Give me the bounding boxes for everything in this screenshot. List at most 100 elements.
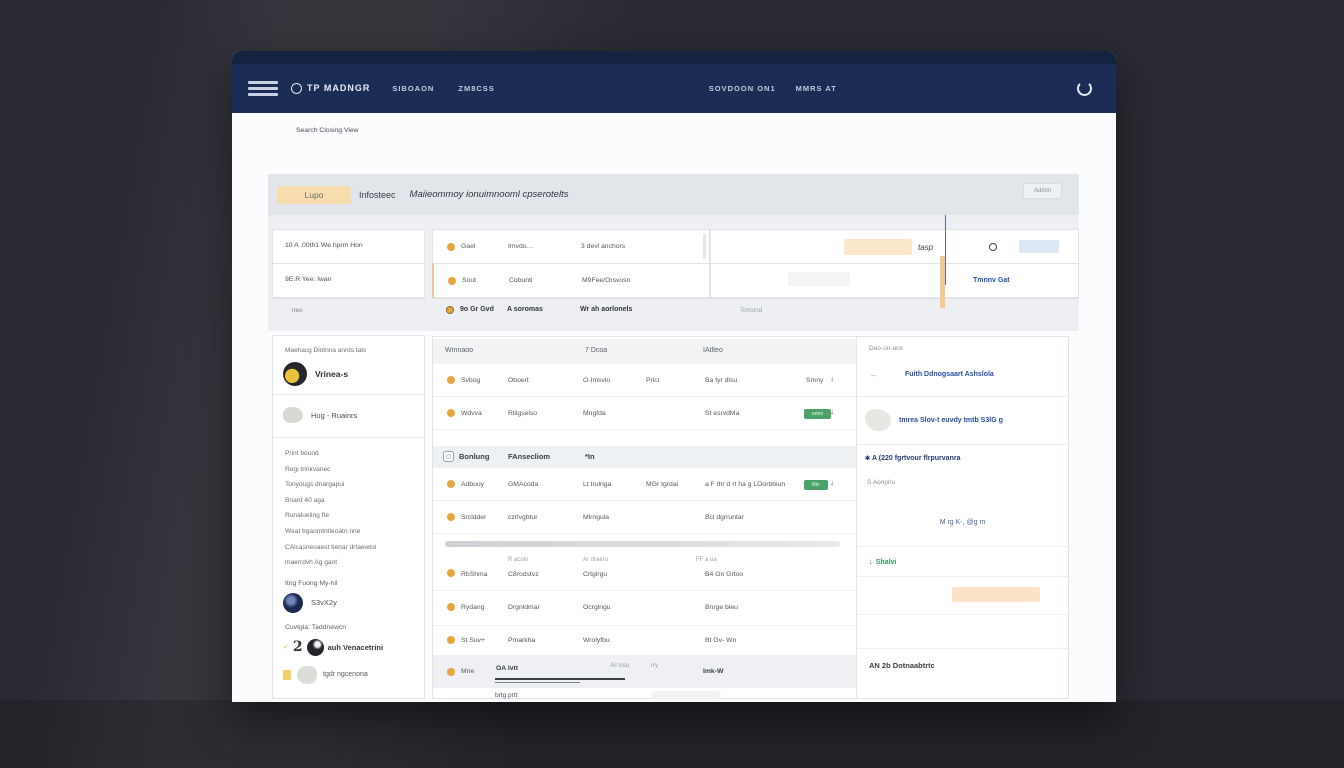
download-icon[interactable]: ↓ xyxy=(830,478,834,487)
cell: Prici xyxy=(646,377,659,384)
summary-cell: Cobuntl xyxy=(509,277,532,284)
cell: St Suv+ xyxy=(461,637,485,644)
nav-item-2[interactable]: ZM8CSS xyxy=(458,84,494,93)
summary-cell: Gael xyxy=(461,243,475,250)
breadcrumb-strip: Search Closing View xyxy=(232,113,1116,174)
sidebar-item-person5[interactable]: tgdr ngcenona xyxy=(273,658,424,692)
summary-middle-column: Gael Imvdo… 3 devl anchors Sout Cobuntl … xyxy=(432,215,710,331)
summary-cell: A soromas xyxy=(507,306,543,313)
info-chip[interactable] xyxy=(1019,240,1059,253)
sidebar-item-person4[interactable]: ✓ 2 auh Venacetrini xyxy=(273,633,424,658)
section-label: Bonlung xyxy=(459,452,489,461)
download-icon[interactable]: ↓ xyxy=(830,374,834,383)
panel-link-row[interactable]: tmrea Slov-t euvdy tmtb S3lG g xyxy=(857,397,1068,445)
sidebar-item-person1[interactable]: Vrinea-s xyxy=(273,358,424,395)
summary-group-header: 9o Gr Gvd A soromas Wr ah aorlonels xyxy=(432,298,710,321)
status-dot-icon xyxy=(447,376,455,384)
gear-icon[interactable] xyxy=(989,243,997,251)
cell: St esrvdMa xyxy=(705,410,739,417)
cell: Wdvva xyxy=(461,410,482,417)
cell: Oboert xyxy=(508,377,529,384)
document-link[interactable]: Fuith Ddnogsaart Ashslola xyxy=(905,371,994,378)
summary-row[interactable]: Gael Imvdo… 3 devl anchors xyxy=(432,229,710,264)
scrollbar-thumb[interactable] xyxy=(703,233,706,259)
column-header: IAtlteo xyxy=(703,347,723,354)
app-window: TP MADNGR SIBOAON ZM8CSS SOVDOON ON1 MMR… xyxy=(232,51,1116,702)
table-footer: brtg prtt xyxy=(433,688,856,702)
status-dot-icon xyxy=(447,409,455,417)
list-item[interactable]: 10 A .00th1 We hprm Hon xyxy=(272,229,425,264)
list-item-label: 9E.R Yee: Iwan xyxy=(285,276,331,283)
nav-item-1[interactable]: SIBOAON xyxy=(392,84,434,93)
field-label: Weat bganmtntleoatn nne xyxy=(285,524,412,540)
table-row[interactable]: Adbuuy GMAcoda Lt trulriga MGr tgrdai a … xyxy=(433,468,856,501)
brand-logo-icon xyxy=(291,83,302,94)
saved-label: Shalvi xyxy=(876,559,897,566)
breadcrumb[interactable]: Search Closing View xyxy=(296,127,359,134)
nav-item-4[interactable]: MMRS AT xyxy=(796,84,837,93)
panel-subnote: S Aonplru xyxy=(857,471,1068,501)
cell: Drgnldmar xyxy=(508,604,540,611)
panel-footer: AN 2b Dotnaabtrtc xyxy=(857,649,1068,670)
summary-row[interactable]: Sout Cobuntl M9Fee/Orsvosn xyxy=(432,264,710,298)
cell: czrlvgbtur xyxy=(508,514,537,521)
cell: a F thr d rt ha g LOorbbiun xyxy=(705,481,785,488)
cell: RbShma xyxy=(461,571,487,578)
detail-panel: Deo-on-anx – Fuith Ddnogsaart Ashslola t… xyxy=(856,337,1068,698)
note-label: A (220 fgrtvour flrpurvanra xyxy=(872,455,960,462)
cell: Mngfda xyxy=(583,410,606,417)
status-dot-icon xyxy=(446,306,454,314)
download-icon[interactable]: ↓ xyxy=(830,407,834,416)
nav-item-3[interactable]: SOVDOON ON1 xyxy=(709,84,776,93)
title-bar: Lupo Infosteec Maiieommoy ionuimnooml cp… xyxy=(268,174,1079,215)
sidebar-item-person3[interactable]: S3vX2y xyxy=(273,589,424,619)
cell[interactable]: OA Ivtt xyxy=(496,665,518,672)
sub-label: R acoio xyxy=(508,557,528,563)
summary-row: tasp xyxy=(710,229,1079,264)
brand-label: TP MADNGR xyxy=(307,83,370,93)
table-row[interactable]: R acoio Ar draeru FF a ua RbShma C8rodst… xyxy=(433,551,856,591)
status-dot-icon xyxy=(448,277,456,285)
person-name: auh Venacetrini xyxy=(328,643,383,652)
admin-button[interactable]: Admin xyxy=(1023,183,1062,199)
cell: Bt Gv- Wn xyxy=(705,637,736,644)
menu-icon[interactable] xyxy=(248,81,278,96)
table-row[interactable]: Srcldder czrlvgbtur Mlrngula Bcl dgrrunt… xyxy=(433,501,856,534)
panel-center-text: M rg K-, @g m xyxy=(857,501,1068,547)
cell: Srcldder xyxy=(461,514,486,521)
cell: GMAcoda xyxy=(508,481,538,488)
table-row[interactable]: Mne OA Ivtt Ail tssu rry Imk-W xyxy=(433,656,856,688)
sub-label: FF a ua xyxy=(696,557,717,563)
table-row[interactable]: Wdvva Rlilgselso Mngfda St esrvdMa eeee … xyxy=(433,397,856,430)
table-row[interactable]: Rydang Drgnldmar Ocrglngu Bnrge bleu xyxy=(433,591,856,626)
highlight-field[interactable] xyxy=(844,239,912,255)
field-label: Tonyougs dnargapui xyxy=(285,477,412,493)
status-dot-icon xyxy=(447,480,455,488)
avatar xyxy=(283,362,307,386)
list-item[interactable]: 9E.R Yee: Iwan xyxy=(272,264,425,298)
table-row[interactable]: Svbog Oboert O-Imsvlo Prici Ba tyr dlsu … xyxy=(433,364,856,397)
panel-link-row[interactable]: – Fuith Ddnogsaart Ashslola xyxy=(857,355,1068,397)
cell: Mlrngula xyxy=(583,514,609,521)
sub-label: Ar draeru xyxy=(583,557,608,563)
document-link[interactable]: tmrea Slov-t euvdy tmtb S3lG g xyxy=(899,417,1003,424)
action-links[interactable]: Tmnnv Gat xyxy=(973,277,1010,284)
cell: Imk-W xyxy=(703,668,723,675)
person-name: S3vX2y xyxy=(311,598,337,607)
cell: Bcl dgrruntar xyxy=(705,514,744,521)
table-row[interactable]: St Suv+ Pmarkha Wrolyfbu Bt Gv- Wn xyxy=(433,626,856,656)
cell: C8rodstvz xyxy=(508,571,539,578)
sidebar-item-person2[interactable]: Hug - Ruainrs xyxy=(273,395,424,438)
saved-status: ↓Shalvi xyxy=(857,547,1068,577)
top-navbar: TP MADNGR SIBOAON ZM8CSS SOVDOON ON1 MMR… xyxy=(232,51,1116,113)
field-label: Regi trinkvanec xyxy=(285,462,412,478)
highlight-field[interactable] xyxy=(952,587,1040,602)
list-item-label: 10 A .00th1 We hprm Hon xyxy=(285,242,363,249)
placeholder-field xyxy=(788,272,850,286)
cell: B4 Gn Grtoo xyxy=(705,571,743,578)
cell: Ocrglngu xyxy=(583,604,611,611)
summary-right-column: tasp Tmnnv Gat Tomond xyxy=(710,215,1079,331)
cell: Ail tssu xyxy=(610,663,629,669)
app-brand[interactable]: TP MADNGR xyxy=(291,83,370,94)
user-avatar-icon[interactable] xyxy=(1077,81,1092,96)
